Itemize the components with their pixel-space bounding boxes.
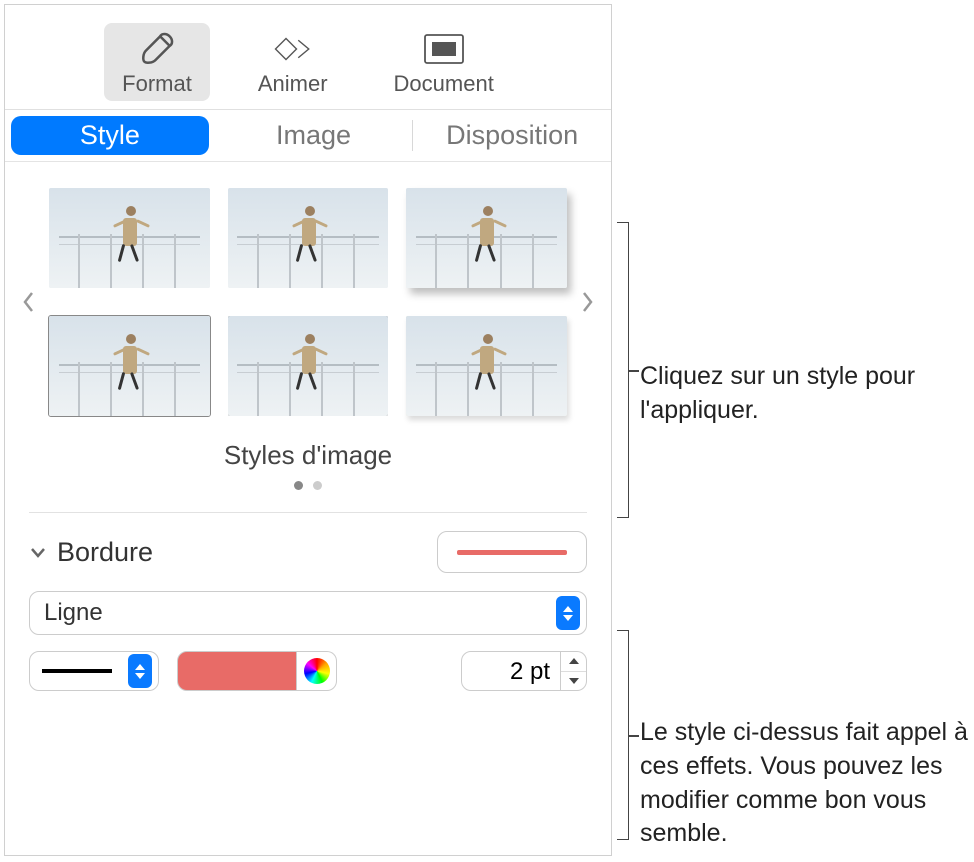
style-thumbnail[interactable]: [406, 316, 567, 416]
tab-style[interactable]: Style: [11, 116, 209, 155]
animate-tab[interactable]: Animer: [240, 23, 346, 101]
page-dot[interactable]: [294, 481, 303, 490]
chevron-left-icon: [22, 290, 36, 314]
style-thumbnail[interactable]: [228, 188, 389, 288]
style-thumbnails: [43, 178, 573, 426]
diamond-icon: [272, 29, 314, 69]
format-tab[interactable]: Format: [104, 23, 210, 101]
image-styles-section: Styles d'image: [5, 162, 611, 512]
color-wheel-icon: [304, 658, 330, 684]
border-type-value: Ligne: [44, 599, 103, 627]
border-label: Bordure: [57, 537, 153, 568]
callout-tick: [629, 370, 639, 372]
color-picker-button[interactable]: [297, 651, 337, 691]
select-stepper-icon: [128, 654, 152, 688]
styles-section-title: Styles d'image: [15, 440, 601, 471]
line-style-select[interactable]: [29, 651, 159, 691]
inspector-toolbar: Format Animer Document: [5, 5, 611, 110]
tab-image[interactable]: Image: [215, 110, 413, 161]
chevron-right-icon: [580, 290, 594, 314]
page-dots: [15, 481, 601, 490]
document-icon: [422, 29, 466, 69]
stepper-up-icon: [569, 658, 579, 664]
document-tab[interactable]: Document: [376, 23, 512, 101]
format-tab-label: Format: [122, 71, 192, 97]
chevron-down-icon: [29, 545, 47, 559]
stepper-down-icon: [569, 678, 579, 684]
styles-next-button[interactable]: [573, 282, 601, 322]
line-style-preview: [42, 669, 112, 673]
callout-bracket: [617, 222, 629, 518]
brush-icon: [138, 29, 176, 69]
border-color-control: [177, 651, 337, 691]
tab-layout[interactable]: Disposition: [413, 110, 611, 161]
styles-prev-button[interactable]: [15, 282, 43, 322]
border-preview-line: [457, 550, 567, 555]
style-thumbnail[interactable]: [49, 316, 210, 416]
animate-tab-label: Animer: [258, 71, 328, 97]
border-width-stepper[interactable]: [561, 651, 587, 691]
page-dot[interactable]: [313, 481, 322, 490]
style-thumbnail[interactable]: [228, 316, 389, 416]
callout-bracket: [617, 630, 629, 840]
inspector-panel: Format Animer Document Style Image: [4, 4, 612, 856]
border-type-select[interactable]: Ligne: [29, 591, 587, 635]
border-preview[interactable]: [437, 531, 587, 573]
callout-text: Cliquez sur un style pour l'appliquer.: [640, 360, 960, 428]
callout-text: Le style ci-dessus fait appel à ces effe…: [640, 716, 970, 851]
sub-tabs: Style Image Disposition: [5, 110, 611, 162]
style-thumbnail[interactable]: [406, 188, 567, 288]
style-thumbnail[interactable]: [49, 188, 210, 288]
select-stepper-icon: [556, 596, 580, 630]
border-disclosure[interactable]: Bordure: [29, 537, 153, 568]
border-color-well[interactable]: [177, 651, 297, 691]
border-width-input[interactable]: 2 pt: [461, 651, 561, 691]
document-tab-label: Document: [394, 71, 494, 97]
border-section: Bordure Ligne: [5, 513, 611, 709]
callout-tick: [629, 735, 639, 737]
